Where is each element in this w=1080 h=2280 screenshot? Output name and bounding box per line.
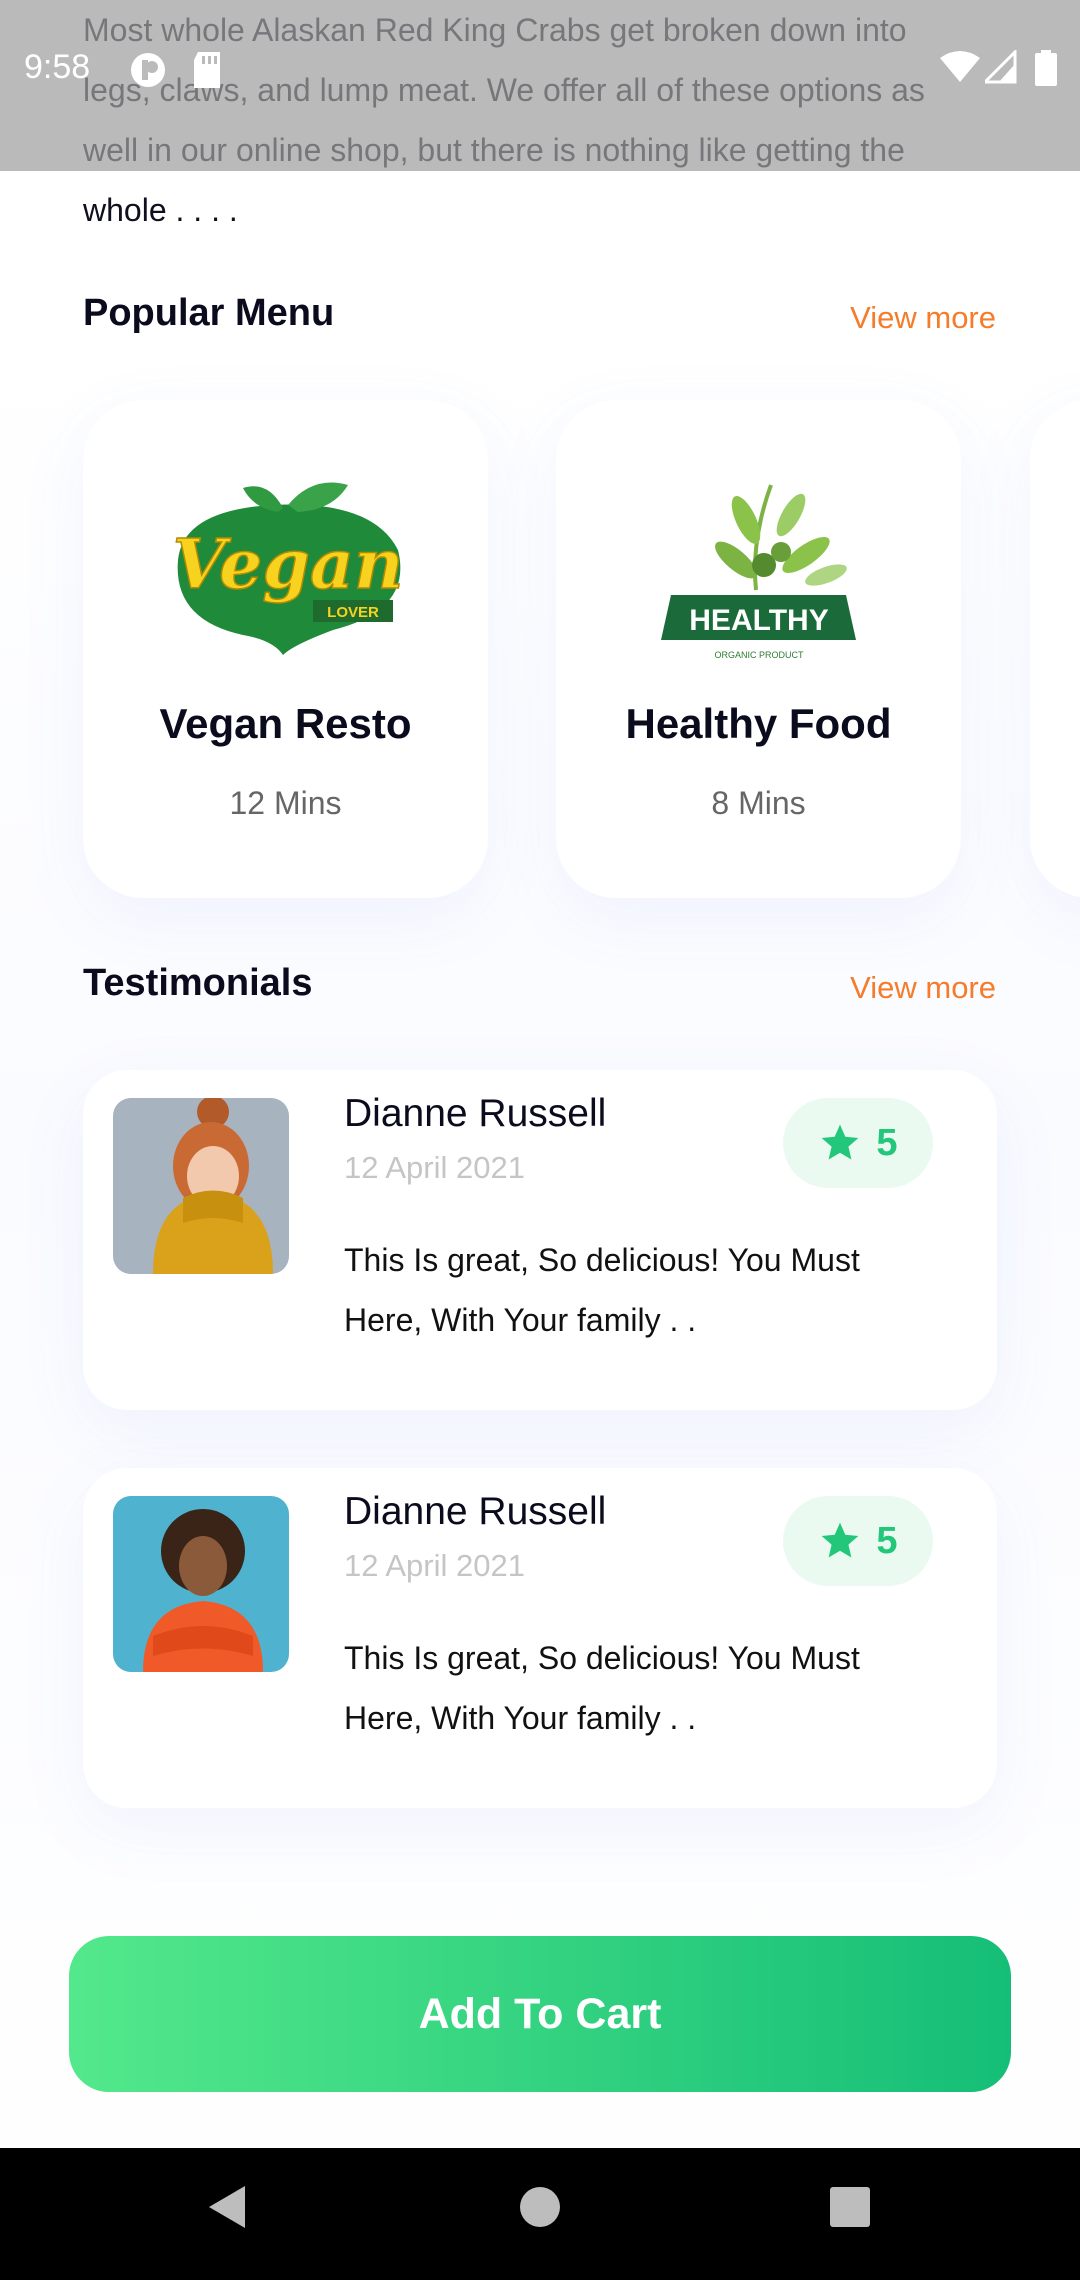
- healthy-logo-sub: ORGANIC PRODUCT: [714, 650, 804, 660]
- popular-view-more-link[interactable]: View more: [850, 300, 996, 336]
- menu-name: Healthy Food: [625, 700, 892, 747]
- notification-icon: [131, 53, 165, 87]
- add-to-cart-button[interactable]: Add To Cart: [69, 1936, 1011, 2092]
- reviewer-name: Dianne Russell: [344, 1490, 607, 1533]
- rating-badge: 5: [783, 1496, 933, 1586]
- review-text: This Is great, So delicious! You Must He…: [344, 1242, 860, 1338]
- review-date: 12 April 2021: [344, 1548, 525, 1583]
- vegan-logo-text: Vegan: [173, 525, 404, 605]
- vegan-logo-sub: LOVER: [327, 604, 379, 621]
- page: Most whole Alaskan Red King Crabs get br…: [0, 0, 1080, 2280]
- rating-badge: 5: [783, 1098, 933, 1188]
- vegan-lover-logo: Vegan LOVER: [172, 482, 404, 655]
- menu-card-healthy-food[interactable]: HEALTHY ORGANIC PRODUCT Healthy Food 8 M…: [556, 400, 961, 898]
- status-bar: 9:58: [0, 0, 1080, 171]
- menu-time: 12 Mins: [229, 785, 342, 821]
- popular-menu-title: Popular Menu: [83, 292, 335, 334]
- battery-icon: [1035, 50, 1057, 86]
- testimonial-card: Dianne Russell 12 April 2021 5 This Is g…: [83, 1070, 997, 1410]
- testimonial-card: Dianne Russell 12 April 2021 5 This Is g…: [83, 1468, 997, 1808]
- star-icon: [822, 1124, 859, 1160]
- menu-time: 8 Mins: [711, 785, 806, 821]
- menu-card-vegan-resto[interactable]: Vegan LOVER Vegan Resto 12 Mins: [83, 400, 488, 898]
- wifi-icon: [940, 51, 980, 82]
- home-icon[interactable]: [518, 2182, 562, 2232]
- avatar: [113, 1098, 289, 1274]
- rating-value: 5: [876, 1121, 898, 1164]
- sd-card-icon: [194, 52, 220, 88]
- recents-icon[interactable]: [828, 2182, 872, 2232]
- menu-name: Vegan Resto: [159, 700, 412, 747]
- signal-icon: [985, 50, 1017, 84]
- status-time: 9:58: [24, 48, 91, 86]
- healthy-logo: HEALTHY ORGANIC PRODUCT: [661, 484, 856, 660]
- rating-value: 5: [876, 1519, 898, 1562]
- review-text: This Is great, So delicious! You Must He…: [344, 1640, 860, 1736]
- navigation-bar: [0, 2148, 1080, 2280]
- testimonials-view-more-link[interactable]: View more: [850, 970, 996, 1006]
- healthy-logo-text: HEALTHY: [689, 604, 828, 637]
- review-date: 12 April 2021: [344, 1150, 525, 1185]
- back-icon[interactable]: [205, 2182, 249, 2232]
- avatar: [113, 1496, 289, 1672]
- menu-card-partial[interactable]: [1030, 400, 1080, 898]
- star-icon: [822, 1522, 859, 1558]
- testimonials-title: Testimonials: [83, 962, 313, 1004]
- reviewer-name: Dianne Russell: [344, 1092, 607, 1135]
